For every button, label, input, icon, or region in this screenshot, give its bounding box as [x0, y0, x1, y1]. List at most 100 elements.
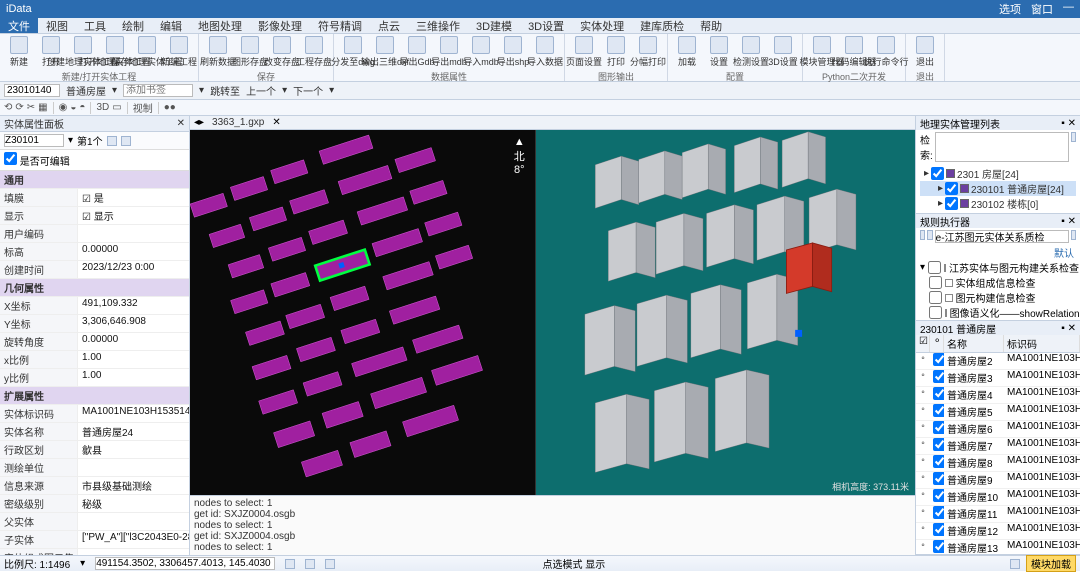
entity-tree[interactable]: ▸2301 房屋[24]▸230101 普通房屋[24]▸230102 楼栋[0…	[916, 164, 1080, 213]
property-row[interactable]: 信息来源市县级基础测绘	[0, 477, 189, 495]
table-row[interactable]: ◦普通房屋12MA1001NE103H1535...	[916, 523, 1080, 540]
ribbon-button[interactable]: 工程存盘	[299, 36, 329, 70]
entity-search-input[interactable]	[935, 132, 1069, 162]
property-row[interactable]: y比例1.00	[0, 369, 189, 387]
ribbon-button[interactable]: 导入mdb	[466, 36, 496, 70]
ribbon-button[interactable]: 改变存盘	[267, 36, 297, 70]
tab-close-icon[interactable]: ◂▸	[194, 117, 204, 128]
ribbon-tab[interactable]: 工具	[76, 18, 114, 33]
rule-item[interactable]: 图元构建信息检查	[916, 290, 1080, 305]
ribbon-tab[interactable]: 帮助	[692, 18, 730, 33]
ribbon-tab[interactable]: 地图处理	[190, 18, 250, 33]
property-row[interactable]: 子实体["PW_A"]["l3C2043E0-2897-...	[0, 531, 189, 549]
table-row[interactable]: ◦普通房屋4MA1001NE103H1535...	[916, 387, 1080, 404]
table-row[interactable]: ◦普通房屋6MA1001NE103H1535...	[916, 421, 1080, 438]
ribbon-button[interactable]: 检测设置	[736, 36, 766, 70]
ribbon-button[interactable]: 打印	[601, 36, 631, 70]
layer-id-input[interactable]	[4, 84, 60, 97]
table-row[interactable]: ◦普通房屋8MA1001NE103H1535...	[916, 455, 1080, 472]
search-icon[interactable]	[1071, 132, 1076, 142]
status-coords[interactable]	[95, 557, 275, 570]
viewport-2d[interactable]: ▲ 北 8°	[190, 130, 535, 495]
toolbar-button[interactable]: ⟳	[15, 102, 23, 113]
table-row[interactable]: ◦普通房屋9MA1001NE103H1535...	[916, 472, 1080, 489]
ribbon-button[interactable]: 刷新数据	[203, 36, 233, 70]
status-tool-icon[interactable]	[325, 559, 335, 569]
rule-default[interactable]: 默认	[916, 245, 1080, 260]
table-row[interactable]: ◦普通房屋5MA1001NE103H1535...	[916, 404, 1080, 421]
tree-row[interactable]: ▸230102 楼栋[0]	[920, 196, 1076, 211]
toolbar-button[interactable]: ◓	[79, 102, 85, 113]
toolbar-button[interactable]: 3D	[96, 102, 109, 113]
viewport-3d[interactable]: 相机高度: 373.11米	[535, 130, 915, 495]
jump-label[interactable]: 跳转至	[210, 83, 240, 98]
ribbon-button[interactable]: 新建	[4, 36, 34, 70]
refresh-icon[interactable]	[107, 136, 117, 146]
ribbon-button[interactable]: 分幅打印	[633, 36, 663, 70]
property-row[interactable]: 密级级别秘级	[0, 495, 189, 513]
minimize-icon[interactable]: —	[1063, 1, 1074, 17]
toolbar-button[interactable]: ⟲	[4, 102, 12, 113]
table-row[interactable]: ◦普通房屋13MA1001NE103H1535...	[916, 540, 1080, 554]
bookmark-input[interactable]	[123, 84, 193, 97]
ribbon-button[interactable]: 执行命令行	[871, 36, 901, 70]
menu-options[interactable]: 选项	[999, 1, 1021, 17]
property-row[interactable]: 旋转角度0.00000	[0, 333, 189, 351]
object-id-input[interactable]	[4, 134, 64, 147]
rule-item[interactable]: 实体组成信息检查	[916, 275, 1080, 290]
property-row[interactable]: 创建时间2023/12/23 0:00	[0, 261, 189, 279]
menu-window[interactable]: 窗口	[1031, 1, 1053, 17]
ribbon-button[interactable]: 保存地理实体工程	[132, 36, 162, 70]
property-row[interactable]: X坐标491,109.332	[0, 297, 189, 315]
rule-list[interactable]: ▾江苏实体与图元构建关系检查 实体组成信息检查 图元构建信息检查 图像语义化——…	[916, 260, 1080, 320]
col-id[interactable]: 标识码	[1004, 335, 1080, 352]
ribbon-button[interactable]: 加载	[672, 36, 702, 70]
property-row[interactable]: 显示☑ 显示	[0, 207, 189, 225]
property-row[interactable]: 用户编码	[0, 225, 189, 243]
ribbon-button[interactable]: 图形存盘	[235, 36, 265, 70]
property-row[interactable]: 父实体	[0, 513, 189, 531]
module-load-badge[interactable]: 模块加载	[1026, 555, 1076, 572]
toolbar-button[interactable]: ◒	[70, 102, 76, 113]
property-row[interactable]: 实体名称普通房屋24	[0, 423, 189, 441]
ribbon-button[interactable]: 导出shp	[498, 36, 528, 70]
ribbon-tab[interactable]: 建库质检	[632, 18, 692, 33]
ribbon-tab[interactable]: 3D建模	[468, 18, 520, 33]
run-icon[interactable]	[1071, 230, 1076, 240]
property-row[interactable]: 实体标识码MA1001NE103H15351422...	[0, 405, 189, 423]
ribbon-tab[interactable]: 绘制	[114, 18, 152, 33]
property-row[interactable]: 测绘单位	[0, 459, 189, 477]
property-row[interactable]: Y坐标3,306,646.908	[0, 315, 189, 333]
rule-item[interactable]: ▾江苏实体与图元构建关系检查	[916, 260, 1080, 275]
rule-item[interactable]: 图像语义化——showRelationMap...	[916, 305, 1080, 320]
ribbon-button[interactable]: 导出mdb	[434, 36, 464, 70]
ribbon-button[interactable]: 导出Gdb	[402, 36, 432, 70]
ribbon-tab[interactable]: 三维操作	[408, 18, 468, 33]
ribbon-button[interactable]: 导入数据	[530, 36, 560, 70]
toolbar-button[interactable]: ◉	[59, 102, 68, 113]
col-check[interactable]: ☑	[916, 335, 930, 352]
property-row[interactable]: 行政区划歙县	[0, 441, 189, 459]
table-row[interactable]: ◦普通房屋7MA1001NE103H1535...	[916, 438, 1080, 455]
expand-icon[interactable]	[927, 230, 932, 240]
property-row[interactable]: 填膜☑ 是	[0, 189, 189, 207]
ribbon-button[interactable]: 页面设置	[569, 36, 599, 70]
ribbon-button[interactable]: 3D设置	[768, 36, 798, 70]
ribbon-tab[interactable]: 符号精调	[310, 18, 370, 33]
document-tab[interactable]: 3363_1.gxp	[208, 117, 268, 128]
tree-row[interactable]: ▸2301 房屋[24]	[920, 166, 1076, 181]
toolbar-button[interactable]: ▦	[38, 102, 47, 113]
editable-checkbox[interactable]: 是否可编辑	[4, 152, 70, 168]
next-button[interactable]: 下一个	[293, 83, 323, 98]
ribbon-button[interactable]: 新编工程	[164, 36, 194, 70]
ribbon-tab[interactable]: 视图	[38, 18, 76, 33]
ribbon-tab[interactable]: 实体处理	[572, 18, 632, 33]
folder-icon[interactable]	[920, 230, 925, 240]
entity-data-table[interactable]: ☑ ⚬ 名称 标识码 ◦普通房屋2MA1001NE103H1535...◦普通房…	[916, 335, 1080, 554]
rule-select[interactable]	[935, 230, 1069, 243]
col-name[interactable]: 名称	[944, 335, 1004, 352]
ribbon-tab[interactable]: 3D设置	[520, 18, 572, 33]
toolbar-button[interactable]: ●●	[164, 102, 176, 113]
property-row[interactable]: 标高0.00000	[0, 243, 189, 261]
ribbon-tab[interactable]: 影像处理	[250, 18, 310, 33]
